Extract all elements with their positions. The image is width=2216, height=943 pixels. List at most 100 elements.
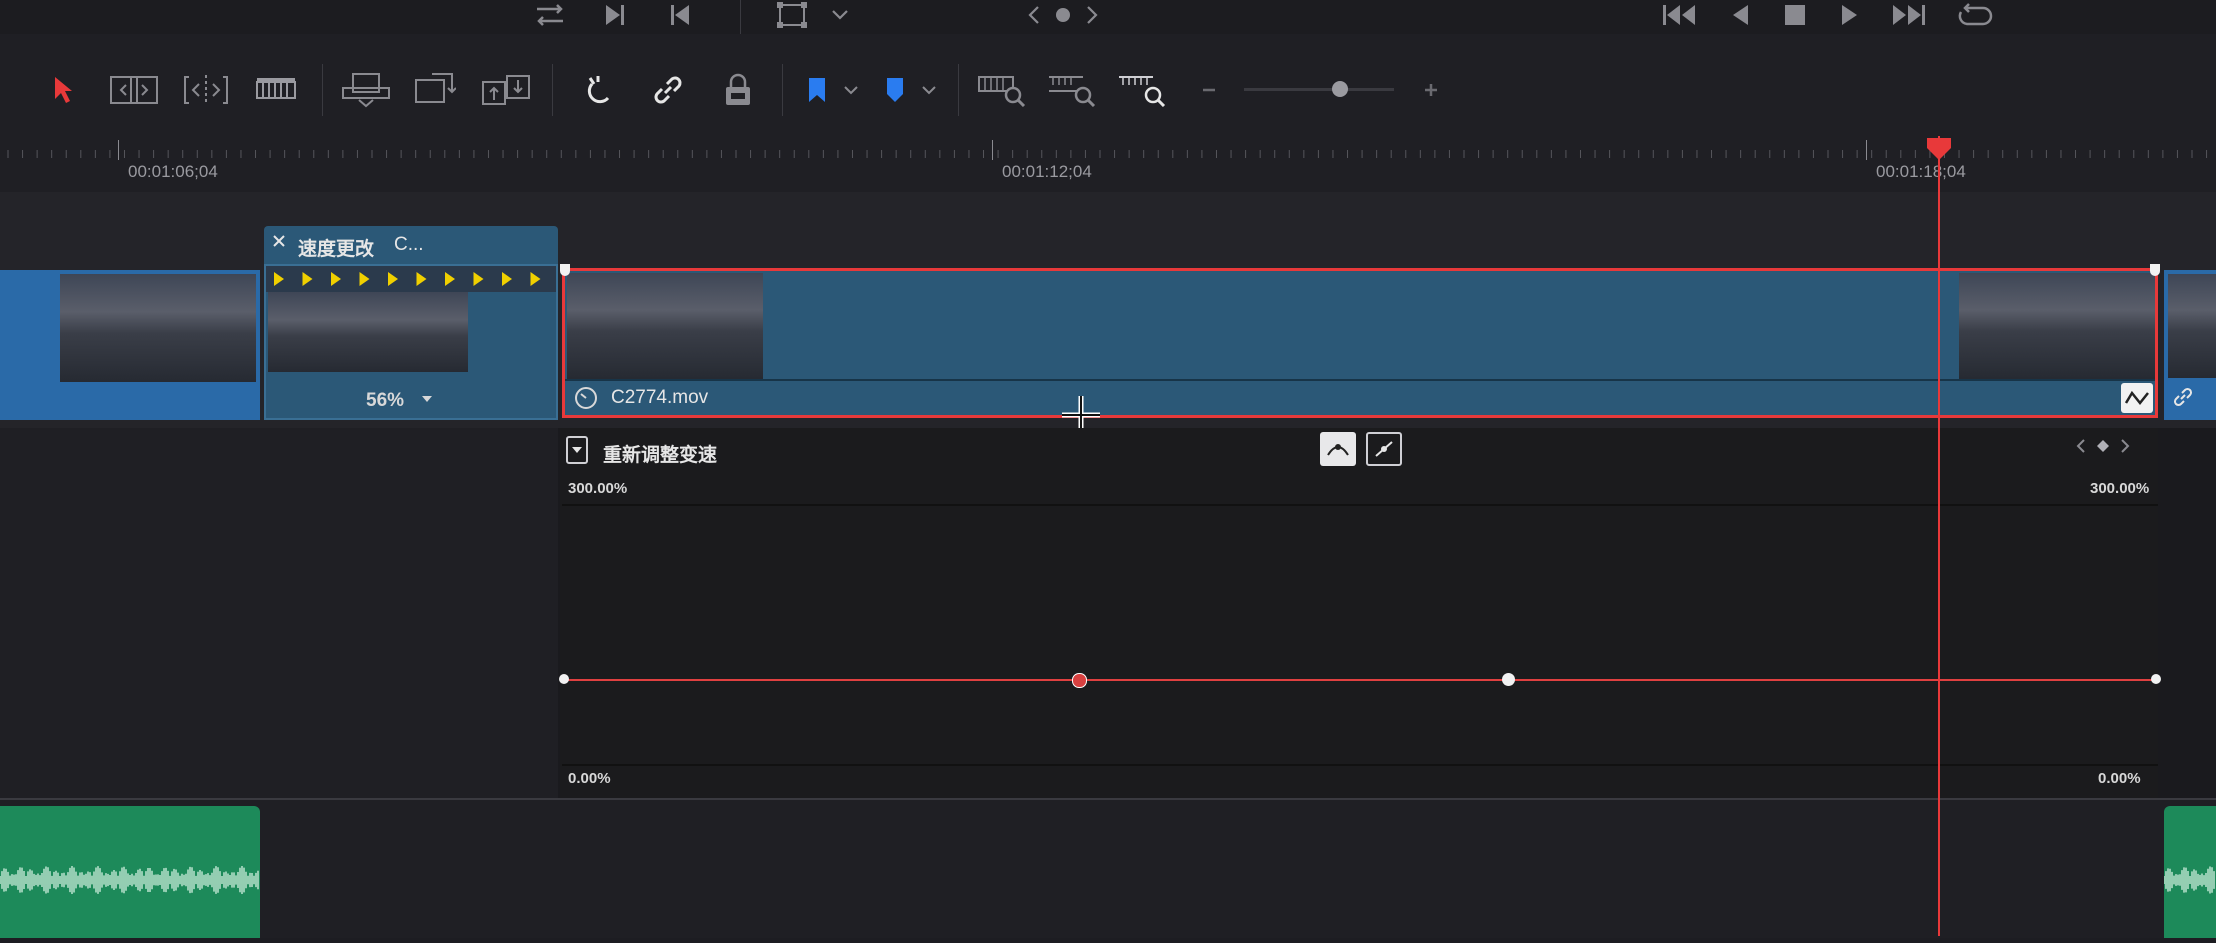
position-lock-icon[interactable] xyxy=(718,70,758,110)
loop-playback-icon[interactable] xyxy=(1955,0,1995,30)
clip-thumbnail xyxy=(268,292,468,372)
curve-title: 重新调整变速 xyxy=(603,445,718,466)
go-start-icon[interactable] xyxy=(1660,0,1700,30)
audio-clip-right[interactable] xyxy=(2163,806,2216,938)
speed-arrow xyxy=(274,272,284,286)
speed-arrow xyxy=(445,272,455,286)
main-video-clip[interactable]: C2774.mov xyxy=(562,268,2158,418)
stop-icon[interactable] xyxy=(1780,0,1810,30)
video-track: 速度更改 C... 56% C2774.mov xyxy=(0,192,2216,434)
clip-thumbnail xyxy=(567,273,763,379)
speed-arrow xyxy=(473,272,484,286)
video-clip-left[interactable] xyxy=(0,270,260,390)
major-tick xyxy=(1866,140,1867,160)
speed-change-clip-name: C... xyxy=(394,234,424,255)
speed-percent-label[interactable]: 56% xyxy=(366,390,404,412)
clip-thumbnail xyxy=(2168,274,2216,378)
speed-arrow xyxy=(359,272,370,286)
speedometer-icon xyxy=(573,385,599,411)
major-tick xyxy=(118,140,119,160)
major-tick xyxy=(992,140,993,160)
keyframe-point[interactable] xyxy=(2151,674,2161,684)
snapping-icon[interactable] xyxy=(580,70,620,110)
speed-change-clip[interactable]: 56% xyxy=(264,264,558,420)
clip-thumbnail xyxy=(1959,273,2155,379)
zoom-slider-track[interactable] xyxy=(1244,88,1394,91)
clip-divider xyxy=(565,379,2155,381)
dynamic-trim-icon[interactable] xyxy=(180,70,232,110)
zoom-in-icon[interactable] xyxy=(1420,70,1442,110)
keyframe-point[interactable] xyxy=(559,674,569,684)
loop-icon[interactable] xyxy=(530,0,570,30)
skip-back-icon[interactable] xyxy=(665,0,695,30)
playhead-handle-icon[interactable] xyxy=(1925,136,1953,162)
zoom-custom-icon[interactable] xyxy=(1116,70,1168,110)
bezier-curve-icon[interactable] xyxy=(1320,432,1356,466)
speed-arrow xyxy=(530,272,541,286)
speed-change-tab[interactable]: 速度更改 C... xyxy=(264,226,558,264)
audio-track xyxy=(0,798,2216,938)
timecode-label: 00:01:12;04 xyxy=(1002,162,1092,181)
prev-icon[interactable] xyxy=(1020,0,1048,30)
clip-handle-right[interactable] xyxy=(2150,264,2160,276)
marker-icon[interactable] xyxy=(880,70,910,110)
zoom-full-icon[interactable] xyxy=(976,70,1028,110)
speed-dropdown-icon[interactable] xyxy=(418,388,436,410)
keyframe-point-selected[interactable] xyxy=(1072,673,1087,688)
curve-min-right: 0.00% xyxy=(2098,770,2141,787)
curve-top-border xyxy=(562,504,2158,506)
speed-arrow xyxy=(302,272,313,286)
speed-arrow xyxy=(388,272,398,286)
skip-forward-icon[interactable] xyxy=(600,0,630,30)
keyframe-point[interactable] xyxy=(1502,673,1515,686)
clip-footer xyxy=(0,390,260,420)
video-clip-right[interactable] xyxy=(2164,270,2216,420)
linear-curve-icon[interactable] xyxy=(1366,432,1402,466)
replace-clip-icon[interactable] xyxy=(480,70,532,110)
audio-waveform xyxy=(0,866,259,894)
retime-curve-panel: 重新调整变速 300.00% 300.00% 0.00% 0.00% xyxy=(0,428,2216,798)
clip-name: C2774.mov xyxy=(611,387,709,408)
trim-edit-icon[interactable] xyxy=(108,70,160,110)
retime-curve-toggle-icon[interactable] xyxy=(2121,383,2153,413)
divider xyxy=(740,0,741,34)
crop-icon[interactable] xyxy=(775,0,809,30)
go-end-icon[interactable] xyxy=(1888,0,1928,30)
timecode-label: 00:01:18;04 xyxy=(1876,162,1966,181)
next-icon[interactable] xyxy=(1078,0,1106,30)
speed-arrows-strip xyxy=(266,266,556,292)
close-icon[interactable] xyxy=(268,230,290,252)
play-icon[interactable] xyxy=(1835,0,1865,30)
insert-clip-icon[interactable] xyxy=(340,70,392,110)
linked-selection-icon[interactable] xyxy=(648,70,688,110)
zoom-detail-icon[interactable] xyxy=(1046,70,1098,110)
audio-clip-left[interactable] xyxy=(0,806,260,938)
speed-arrow xyxy=(416,272,427,286)
speed-arrow xyxy=(502,272,512,286)
overwrite-clip-icon[interactable] xyxy=(412,70,458,110)
clip-handle-left[interactable] xyxy=(560,264,570,276)
zoom-out-icon[interactable] xyxy=(1198,70,1220,110)
curve-max-right: 300.00% xyxy=(2090,480,2150,497)
next-keyframe-icon[interactable] xyxy=(2114,434,2136,458)
blade-icon[interactable] xyxy=(253,70,299,110)
flag-dropdown-chevron-icon[interactable] xyxy=(840,70,862,110)
zoom-slider-thumb[interactable] xyxy=(1332,81,1348,97)
dot-icon[interactable] xyxy=(1052,0,1074,30)
speed-change-title: 速度更改 xyxy=(298,239,375,260)
link-icon xyxy=(2170,384,2196,410)
curve-min-left: 0.00% xyxy=(568,770,611,787)
marker-dropdown-chevron-icon[interactable] xyxy=(918,70,940,110)
keyframe-diamond-icon[interactable] xyxy=(2092,434,2114,458)
speed-curve-line[interactable] xyxy=(564,679,2156,681)
flag-icon[interactable] xyxy=(802,70,832,110)
chevron-down-icon[interactable] xyxy=(828,0,852,30)
prev-keyframe-icon[interactable] xyxy=(2070,434,2092,458)
curve-area-bg xyxy=(560,428,2158,798)
edit-toolbar xyxy=(0,34,2216,137)
play-reverse-icon[interactable] xyxy=(1725,0,1755,30)
collapse-dropdown-icon[interactable] xyxy=(566,436,588,464)
timeline-ruler[interactable]: 00:01:06;04 00:01:12;04 00:01:18;04 xyxy=(0,136,2216,193)
playhead-line[interactable] xyxy=(1938,136,1940,936)
selection-arrow-icon[interactable] xyxy=(46,70,80,110)
